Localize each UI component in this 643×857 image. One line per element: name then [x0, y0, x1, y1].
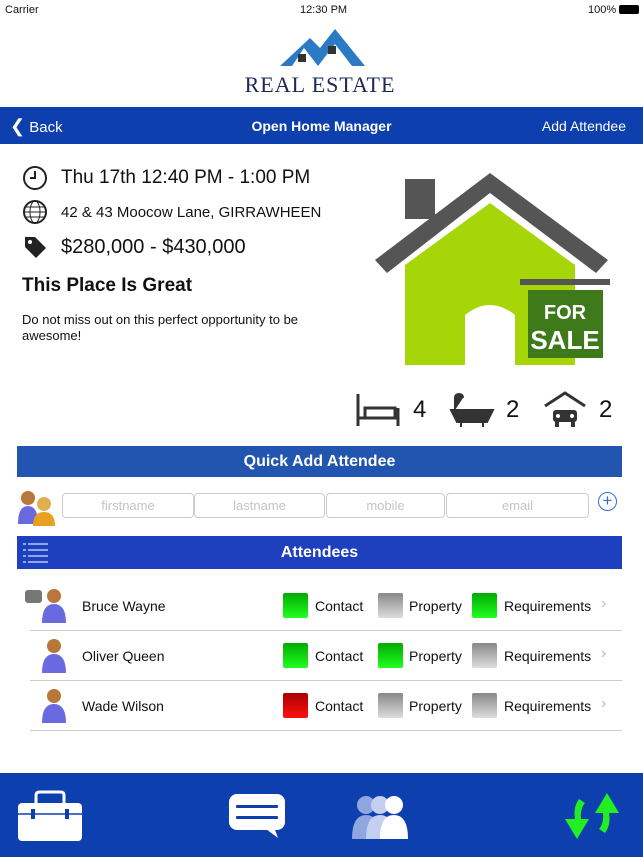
add-attendee-plus-icon[interactable]: + — [598, 492, 617, 511]
logo: REAL ESTATE — [240, 24, 400, 97]
garage-icon — [543, 390, 587, 435]
price-tag-icon — [22, 234, 48, 265]
attendee-pair-icon — [16, 488, 60, 531]
listing-price: $280,000 - $430,000 — [61, 236, 246, 258]
nav-bar: ❮ Back Open Home Manager Add Attendee — [0, 107, 643, 144]
svg-text:FOR: FOR — [544, 302, 587, 324]
requirements-status-indicator — [472, 643, 497, 668]
attendee-name: Bruce Wayne — [82, 598, 166, 614]
person-icon — [40, 687, 68, 728]
battery-icon — [619, 5, 639, 14]
firstname-input[interactable] — [62, 493, 194, 518]
property-label: Property — [409, 648, 462, 664]
requirements-status-indicator — [472, 593, 497, 618]
property-status-indicator — [378, 693, 403, 718]
lastname-input[interactable] — [194, 493, 325, 518]
property-label: Property — [409, 698, 462, 714]
property-status-indicator — [378, 593, 403, 618]
svg-text:SALE: SALE — [530, 325, 599, 355]
attendee-row[interactable]: Bruce Wayne Contact Property Requirement… — [0, 580, 643, 630]
attendee-row[interactable]: Wade Wilson Contact Property Requirement… — [0, 680, 643, 730]
contact-label: Contact — [315, 698, 364, 714]
listing-description: Do not miss out on this perfect opportun… — [22, 312, 299, 343]
attendee-name: Wade Wilson — [82, 698, 164, 714]
quick-add-header: Quick Add Attendee — [17, 446, 622, 477]
toolbox-icon[interactable] — [16, 789, 84, 848]
contact-status-indicator — [283, 693, 308, 718]
property-label: Property — [409, 598, 462, 614]
requirements-status-indicator — [472, 693, 497, 718]
requirements-label: Requirements — [504, 698, 592, 714]
carrier: Carrier — [5, 4, 39, 16]
clock-icon — [22, 165, 52, 190]
house-for-sale-image: FOR SALE — [370, 165, 615, 380]
attendee-row[interactable]: Oliver Queen Contact Property Requiremen… — [0, 630, 643, 680]
chevron-left-icon: ❮ — [10, 116, 26, 136]
person-icon — [40, 587, 68, 628]
email-input[interactable] — [446, 493, 589, 518]
requirements-label: Requirements — [504, 598, 592, 614]
row-divider — [30, 730, 622, 731]
tab-bar — [0, 773, 643, 857]
person-icon — [40, 637, 68, 678]
listing-address: 42 & 43 Moocow Lane, GIRRAWHEEN — [61, 204, 322, 221]
bathrooms-count: 2 — [506, 396, 520, 423]
bed-icon — [355, 392, 401, 433]
contact-label: Contact — [315, 598, 364, 614]
group-icon[interactable] — [348, 791, 418, 846]
listing-headline: This Place Is Great — [22, 275, 193, 296]
chevron-right-icon: › — [601, 645, 607, 662]
chat-icon[interactable] — [228, 793, 288, 844]
garage-count: 2 — [599, 396, 613, 423]
logo-house-icon — [280, 29, 365, 66]
attendees-header: Attendees — [17, 536, 622, 569]
globe-icon — [22, 199, 48, 230]
back-button[interactable]: ❮ Back — [10, 116, 63, 137]
mobile-input[interactable] — [326, 493, 445, 518]
attendee-name: Oliver Queen — [82, 648, 165, 664]
sync-icon[interactable] — [563, 791, 621, 846]
contact-status-indicator — [283, 643, 308, 668]
add-attendee-button[interactable]: Add Attendee — [542, 118, 626, 134]
requirements-label: Requirements — [504, 648, 592, 664]
battery: 100% — [588, 4, 617, 16]
chevron-right-icon: › — [601, 695, 607, 712]
contact-label: Contact — [315, 648, 364, 664]
bath-icon — [449, 392, 495, 433]
list-icon — [23, 542, 49, 576]
clock: 12:30 PM — [300, 4, 348, 16]
property-status-indicator — [378, 643, 403, 668]
bedrooms-count: 4 — [413, 396, 427, 423]
status-bar: Carrier 12:30 PM 100% — [0, 0, 643, 20]
chevron-right-icon: › — [601, 595, 607, 612]
listing-time: Thu 17th 12:40 PM - 1:00 PM — [61, 167, 311, 188]
contact-status-indicator — [283, 593, 308, 618]
